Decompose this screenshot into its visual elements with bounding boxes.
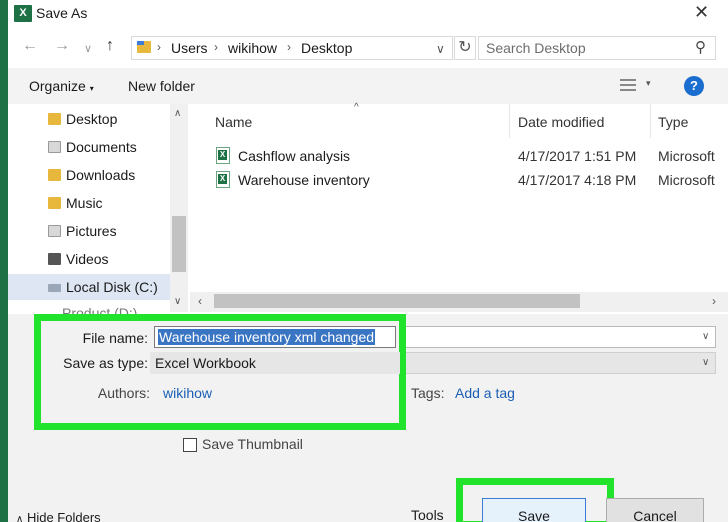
save-thumbnail-label[interactable]: Save Thumbnail [202, 436, 303, 452]
new-folder-button[interactable]: New folder [128, 78, 195, 94]
excel-file-icon [216, 147, 230, 164]
authors-value[interactable]: wikihow [163, 385, 212, 401]
file-date: 4/17/2017 4:18 PM [518, 172, 637, 188]
column-header-type[interactable]: Type [658, 114, 688, 130]
file-row[interactable]: Warehouse inventory 4/17/2017 4:18 PM Mi… [214, 169, 728, 191]
search-icon[interactable]: ⚲ [695, 38, 706, 56]
sidebar-item-label: Documents [66, 139, 137, 155]
sidebar-item-downloads[interactable]: Downloads [48, 165, 178, 187]
file-name-field-extension[interactable] [396, 326, 716, 348]
save-type-field-extension[interactable] [396, 352, 716, 374]
file-type: Microsoft [658, 172, 715, 188]
column-divider[interactable] [509, 104, 510, 138]
file-type: Microsoft [658, 148, 715, 164]
chevron-up-icon: ∧ [16, 514, 24, 522]
back-arrow-icon[interactable]: ← [22, 37, 38, 55]
sidebar-item-label: Videos [66, 251, 109, 267]
view-caret-icon[interactable]: ▾ [646, 78, 651, 89]
hide-folders-label: Hide Folders [26, 510, 101, 522]
file-name-dropdown-chevron-icon[interactable]: ∨ [702, 331, 709, 342]
save-button[interactable]: Save [482, 498, 586, 522]
sidebar-item-label: Music [66, 195, 103, 211]
save-type-label: Save as type: [63, 355, 148, 371]
excel-file-icon [216, 171, 230, 188]
sidebar-item-desktop[interactable]: Desktop [48, 109, 178, 131]
organize-caret-icon: ▾ [89, 84, 94, 93]
forward-arrow-icon[interactable]: → [54, 37, 70, 55]
breadcrumb-desktop[interactable]: Desktop [301, 40, 352, 56]
sidebar-item-label: Local Disk (C:) [66, 279, 158, 295]
pictures-folder-icon [48, 225, 61, 237]
sidebar-item-label: Pictures [66, 223, 117, 239]
authors-label: Authors: [97, 385, 150, 401]
music-folder-icon [48, 197, 61, 209]
drive-icon [48, 284, 61, 292]
close-icon[interactable]: ✕ [694, 2, 709, 23]
window-title: Save As [36, 5, 88, 21]
file-list-scroll-thumb[interactable] [214, 294, 580, 308]
sidebar-scroll-thumb[interactable] [172, 216, 186, 272]
organize-label: Organize [29, 78, 86, 94]
sidebar-item-videos[interactable]: Videos [48, 249, 178, 271]
column-header-date[interactable]: Date modified [518, 114, 604, 130]
save-type-dropdown-chevron-icon[interactable]: ∨ [702, 357, 709, 368]
up-arrow-icon[interactable]: ↑ [106, 37, 114, 55]
breadcrumb-separator-icon: › [157, 40, 161, 54]
column-header-name[interactable]: Name [215, 114, 252, 130]
tools-button[interactable]: Tools [411, 507, 444, 522]
file-name: Warehouse inventory [238, 172, 370, 188]
file-date: 4/17/2017 1:51 PM [518, 148, 637, 164]
recent-locations-chevron-icon[interactable]: ∨ [84, 42, 92, 55]
desktop-folder-icon [48, 113, 61, 125]
file-row[interactable]: Cashflow analysis 4/17/2017 1:51 PM Micr… [214, 145, 728, 167]
downloads-folder-icon [48, 169, 61, 181]
excel-window-edge [0, 0, 8, 522]
scroll-down-chevron-icon[interactable]: ∨ [174, 296, 181, 307]
documents-folder-icon [48, 141, 61, 153]
excel-icon: X [14, 5, 32, 22]
sidebar-item-label: Downloads [66, 167, 136, 183]
view-options-icon[interactable] [620, 79, 636, 91]
sidebar-item-local-disk[interactable]: Local Disk (C:) [48, 277, 178, 299]
save-type-value: Excel Workbook [155, 355, 256, 371]
column-divider[interactable] [650, 104, 651, 138]
breadcrumb-users[interactable]: Users [171, 40, 208, 56]
file-name-label: File name: [82, 330, 148, 346]
sidebar-item-pictures[interactable]: Pictures [48, 221, 178, 243]
address-dropdown-chevron-icon[interactable]: ∨ [436, 42, 445, 56]
file-name: Cashflow analysis [238, 148, 351, 164]
sidebar-item-label: Desktop [66, 111, 118, 127]
sidebar-scrollbar[interactable] [170, 104, 188, 312]
save-thumbnail-checkbox[interactable] [183, 438, 197, 452]
search-placeholder: Search Desktop [486, 40, 586, 56]
title-bar [8, 0, 728, 28]
hide-folders-button[interactable]: ∧ Hide Folders [16, 510, 101, 522]
sidebar-item-documents[interactable]: Documents [48, 137, 178, 159]
scroll-left-chevron-icon[interactable]: ‹ [198, 294, 202, 308]
sort-caret-icon: ^ [354, 102, 359, 113]
sidebar-item-partial: Product (D:) [62, 305, 138, 314]
file-name-value[interactable]: Warehouse inventory xml changed [158, 329, 376, 345]
add-tag-link[interactable]: Add a tag [455, 385, 515, 401]
scroll-right-chevron-icon[interactable]: › [712, 294, 716, 308]
sidebar-item-music[interactable]: Music [48, 193, 178, 215]
help-icon[interactable]: ? [684, 76, 704, 96]
tags-label: Tags: [411, 385, 445, 401]
breadcrumb-separator-icon: › [287, 40, 291, 54]
organize-button[interactable]: Organize ▾ [29, 78, 94, 94]
breadcrumb-wikihow[interactable]: wikihow [228, 40, 277, 56]
videos-folder-icon [48, 253, 61, 265]
tools-label: Tools [411, 507, 444, 522]
scroll-up-chevron-icon[interactable]: ∧ [174, 108, 181, 119]
cancel-button[interactable]: Cancel [606, 498, 704, 522]
refresh-icon[interactable]: ↻ [454, 36, 476, 60]
folder-icon-accent [137, 41, 144, 45]
breadcrumb-separator-icon: › [214, 40, 218, 54]
